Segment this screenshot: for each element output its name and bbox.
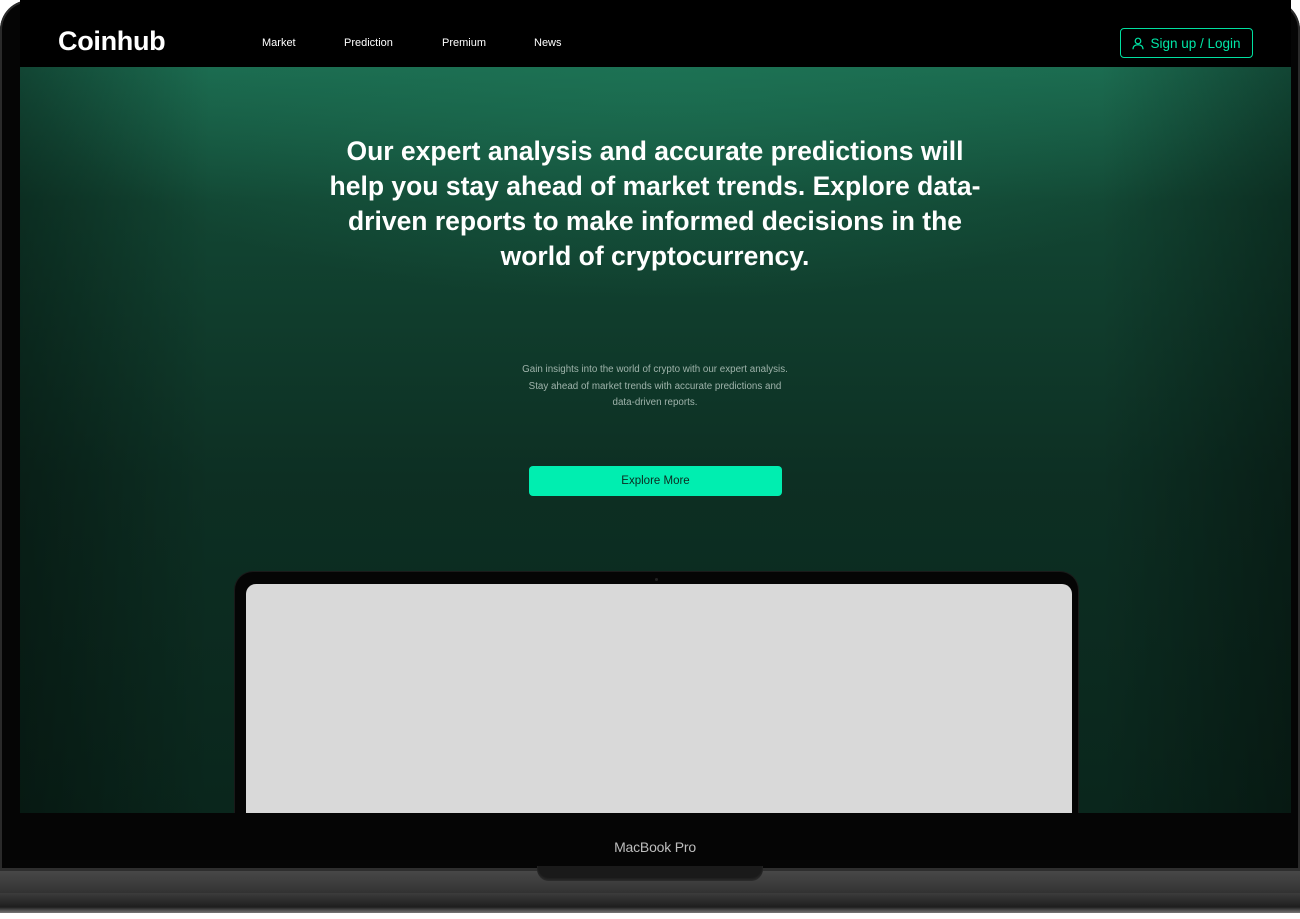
top-navbar: Coinhub Market Prediction Premium News S… — [20, 0, 1291, 67]
device-brand-label: MacBook Pro — [614, 839, 696, 855]
inner-camera-dot — [655, 578, 658, 581]
user-icon — [1132, 37, 1145, 49]
nav-item-prediction[interactable]: Prediction — [344, 37, 393, 49]
explore-more-button[interactable]: Explore More — [529, 466, 782, 496]
inner-laptop-screen-placeholder — [246, 584, 1072, 813]
signup-login-button[interactable]: Sign up / Login — [1120, 28, 1253, 58]
hero-headline: Our expert analysis and accurate predict… — [329, 136, 981, 271]
laptop-screen: Coinhub Market Prediction Premium News S… — [20, 0, 1291, 813]
hero-subtext: Gain insights into the world of crypto w… — [522, 364, 788, 409]
base-front-edge — [0, 893, 1300, 913]
nav-item-market[interactable]: Market — [262, 37, 296, 49]
nav-item-premium[interactable]: Premium — [442, 37, 486, 49]
nav-item-news[interactable]: News — [534, 37, 562, 49]
signup-login-label: Sign up / Login — [1150, 35, 1241, 51]
coinhub-logo[interactable]: Coinhub — [58, 26, 166, 57]
laptop-opening-notch — [537, 866, 763, 881]
inner-laptop-mockup — [235, 572, 1078, 813]
